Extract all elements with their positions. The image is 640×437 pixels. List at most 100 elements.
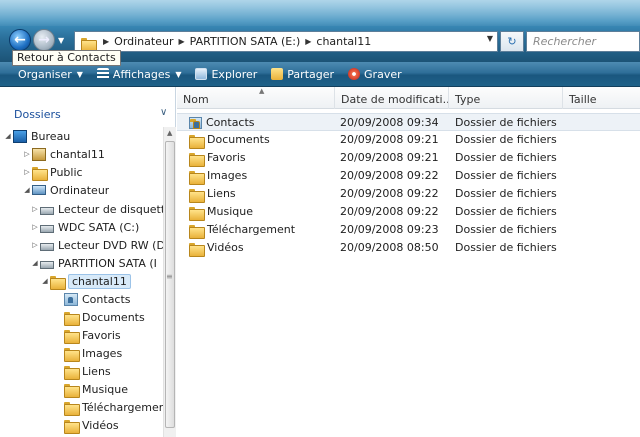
tree-item-chantal11-user[interactable]: ▷ chantal11 <box>22 145 105 163</box>
tree-item-documents[interactable]: Documents <box>54 308 145 326</box>
folder-icon <box>189 134 205 149</box>
expand-icon[interactable]: ▷ <box>30 205 40 213</box>
file-name: Contacts <box>206 116 255 129</box>
tree-item-drive-c[interactable]: ▷ WDC SATA (C:) <box>30 218 139 236</box>
tree-item-contacts[interactable]: Contacts <box>54 290 131 308</box>
column-headers: Nom ▲ Date de modificati... Type Taille <box>177 87 640 109</box>
refresh-icon: ↻ <box>507 35 517 48</box>
collapse-icon[interactable]: ◢ <box>30 259 40 267</box>
refresh-button[interactable]: ↻ <box>500 31 524 52</box>
tree-item-images[interactable]: Images <box>54 344 122 362</box>
file-row[interactable]: Favoris 20/09/2008 09:21 Dossier de fich… <box>177 149 640 167</box>
explore-button[interactable]: Explorer <box>188 62 264 87</box>
chevron-down-icon[interactable]: ∨ <box>160 107 167 118</box>
tree-item-telechargement[interactable]: Téléchargemen <box>54 398 166 416</box>
tree-item-bureau[interactable]: ◢ Bureau <box>3 127 70 145</box>
column-header-size[interactable]: Taille <box>563 87 640 109</box>
file-type: Dossier de fichiers <box>455 133 557 146</box>
views-label: Affichages <box>112 67 171 81</box>
file-name: Images <box>207 169 248 182</box>
collapse-icon[interactable]: ◢ <box>3 132 13 140</box>
tree-item-partition-sata[interactable]: ◢ PARTITION SATA (I <box>30 254 157 272</box>
tree-item-floppy[interactable]: ▷ Lecteur de disquett <box>30 200 165 218</box>
hard-drive-icon <box>40 260 54 269</box>
chevron-down-icon: ▼ <box>175 69 182 79</box>
collapse-icon[interactable]: ◢ <box>22 186 32 194</box>
folder-icon <box>189 206 205 221</box>
burn-disc-icon <box>348 68 361 80</box>
file-row[interactable]: Vidéos 20/09/2008 08:50 Dossier de fichi… <box>177 239 640 257</box>
column-header-date[interactable]: Date de modificati... <box>335 87 449 109</box>
tree-item-musique[interactable]: Musique <box>54 380 128 398</box>
tree-item-label: Vidéos <box>82 418 119 432</box>
breadcrumb-computer[interactable]: Ordinateur <box>114 35 173 48</box>
forward-button[interactable]: → <box>33 29 55 51</box>
tree-item-chantal11-selected[interactable]: ◢ chantal11 <box>40 272 131 290</box>
folder-tree-scrollbar[interactable]: ▲ ≡ <box>163 127 176 437</box>
folder-icon <box>64 365 80 380</box>
column-header-name[interactable]: Nom <box>177 87 335 109</box>
back-button[interactable]: ← <box>9 29 31 51</box>
file-row[interactable]: Documents 20/09/2008 09:21 Dossier de fi… <box>177 131 640 149</box>
tree-item-label: WDC SATA (C:) <box>58 220 140 234</box>
tree-item-public[interactable]: ▷ Public <box>22 163 83 181</box>
organize-label: Organiser <box>18 67 72 81</box>
file-row[interactable]: Téléchargement 20/09/2008 09:23 Dossier … <box>177 221 640 239</box>
collapse-icon[interactable]: ◢ <box>40 277 50 285</box>
floppy-drive-icon <box>40 206 54 215</box>
folder-icon <box>50 275 66 290</box>
scrollbar-thumb[interactable] <box>165 141 175 428</box>
file-name-cell: Téléchargement <box>189 221 295 239</box>
breadcrumb-current-folder[interactable]: chantal11 <box>316 35 371 48</box>
folder-icon <box>81 37 97 52</box>
search-input[interactable]: Rechercher <box>526 31 640 52</box>
file-type: Dossier de fichiers <box>455 169 557 182</box>
breadcrumb-partition[interactable]: PARTITION SATA (E:) <box>190 35 301 48</box>
tree-item-label: Musique <box>82 382 128 396</box>
file-row[interactable]: Musique 20/09/2008 09:22 Dossier de fich… <box>177 203 640 221</box>
address-bar[interactable]: ▶ Ordinateur ▶ PARTITION SATA (E:) ▶ cha… <box>74 31 498 52</box>
history-dropdown-icon[interactable]: ▼ <box>58 36 64 45</box>
tree-item-ordinateur[interactable]: ◢ Ordinateur <box>22 181 109 199</box>
contacts-icon <box>64 292 78 306</box>
file-type: Dossier de fichiers <box>455 151 557 164</box>
tree-item-liens[interactable]: Liens <box>54 362 111 380</box>
dvd-drive-icon <box>40 242 54 251</box>
tree-item-favoris[interactable]: Favoris <box>54 326 121 344</box>
share-button[interactable]: Partager <box>264 62 341 87</box>
file-date: 20/09/2008 09:22 <box>340 205 439 218</box>
expand-icon[interactable]: ▷ <box>30 241 40 249</box>
folder-icon <box>189 170 205 185</box>
file-type: Dossier de fichiers <box>455 241 557 254</box>
desktop-icon <box>13 129 27 143</box>
scroll-up-icon[interactable]: ▲ <box>167 129 172 137</box>
file-row[interactable]: Images 20/09/2008 09:22 Dossier de fichi… <box>177 167 640 185</box>
tree-item-label: Lecteur DVD RW (D <box>58 238 165 252</box>
expand-icon[interactable]: ▷ <box>30 223 40 231</box>
search-placeholder: Rechercher <box>533 35 597 48</box>
folder-icon <box>64 329 80 344</box>
file-date: 20/09/2008 09:22 <box>340 187 439 200</box>
folder-icon <box>64 347 80 362</box>
folder-icon <box>64 419 80 434</box>
folders-pane-header[interactable]: Dossiers ∨ <box>0 87 176 126</box>
folder-icon <box>189 242 205 257</box>
expand-icon[interactable]: ▷ <box>22 168 32 176</box>
expand-icon[interactable]: ▷ <box>22 150 32 158</box>
burn-button[interactable]: Graver <box>341 62 409 87</box>
file-row[interactable]: Contacts 20/09/2008 09:34 Dossier de fic… <box>177 113 640 131</box>
file-name: Documents <box>207 133 270 146</box>
tree-item-dvd-drive[interactable]: ▷ Lecteur DVD RW (D <box>30 236 165 254</box>
tree-item-videos[interactable]: Vidéos <box>54 416 119 434</box>
file-name-cell: Liens <box>189 185 236 203</box>
address-dropdown-icon[interactable]: ▼ <box>487 34 493 43</box>
file-name-cell: Documents <box>189 131 270 149</box>
column-header-type[interactable]: Type <box>449 87 563 109</box>
breadcrumb-separator-icon[interactable]: ▶ <box>178 37 184 46</box>
column-header-label: Date de modificati... <box>341 93 449 106</box>
breadcrumb-separator-icon[interactable]: ▶ <box>305 37 311 46</box>
tree-item-label: PARTITION SATA (I <box>58 256 157 270</box>
breadcrumb-separator-icon[interactable]: ▶ <box>103 37 109 46</box>
file-name: Téléchargement <box>207 223 296 236</box>
file-row[interactable]: Liens 20/09/2008 09:22 Dossier de fichie… <box>177 185 640 203</box>
